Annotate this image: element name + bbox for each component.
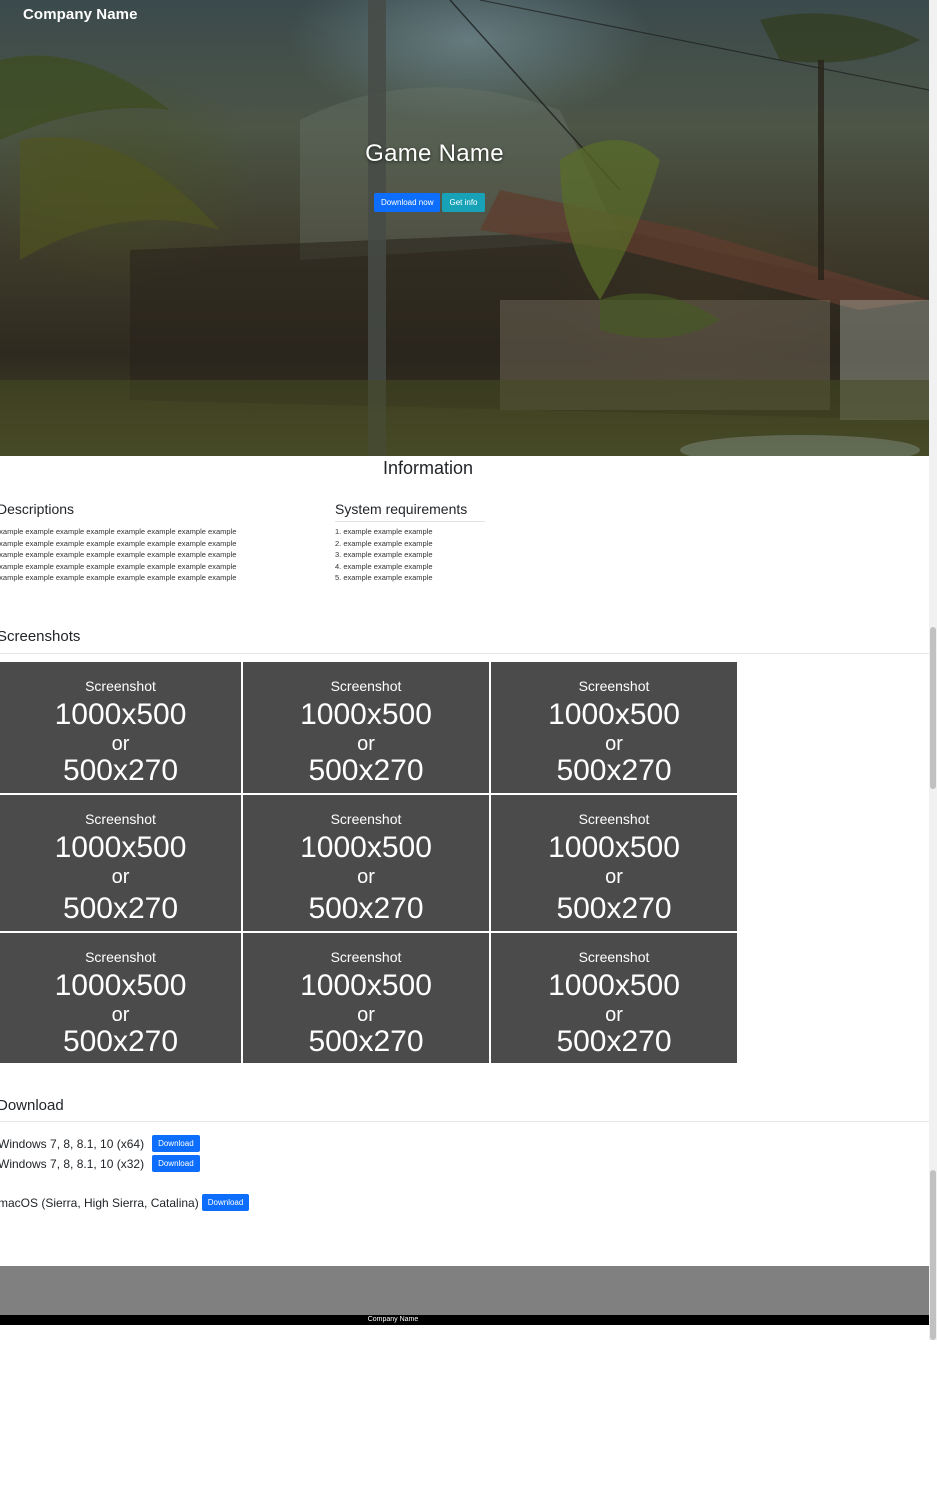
screenshot-tile[interactable]: Screenshot 1000x500 or 500x270 bbox=[0, 795, 241, 931]
requirement-item: 1. example example example bbox=[335, 527, 433, 536]
screenshot-or: or bbox=[605, 1004, 623, 1026]
screenshot-size: 1000x500 bbox=[548, 698, 680, 731]
screenshot-size-alt: 500x270 bbox=[308, 1025, 424, 1058]
screenshot-label: Screenshot bbox=[578, 949, 650, 965]
download-x64-button[interactable]: Download bbox=[152, 1135, 200, 1152]
screenshot-label: Screenshot bbox=[85, 811, 156, 827]
requirement-item: 3. example example example bbox=[335, 550, 433, 560]
hero-section: Company Name Game Name Download now Get … bbox=[0, 0, 929, 456]
screenshot-size: 1000x500 bbox=[300, 969, 432, 1002]
description-line: example example example example example … bbox=[0, 573, 237, 583]
divider bbox=[0, 653, 929, 654]
screenshots-heading: Screenshots bbox=[0, 628, 81, 645]
screenshot-label: Screenshot bbox=[578, 811, 650, 827]
screenshot-size: 1000x500 bbox=[300, 831, 432, 864]
screenshot-size-alt: 500x270 bbox=[556, 1025, 672, 1058]
screenshot-size-alt: 500x270 bbox=[308, 754, 424, 787]
screenshot-or: or bbox=[357, 733, 375, 755]
download-row: Windows 7, 8, 8.1, 10 (x64) Download bbox=[0, 1135, 200, 1152]
download-row: Windows 7, 8, 8.1, 10 (x32) Download bbox=[0, 1155, 200, 1172]
screenshot-size-alt: 500x270 bbox=[308, 892, 424, 925]
os-label: Windows 7, 8, 8.1, 10 (x32) bbox=[0, 1156, 145, 1171]
screenshot-tile[interactable]: Screenshot 1000x500 or 500x270 bbox=[243, 795, 489, 931]
screenshot-tile[interactable]: Screenshot 1000x500 or 500x270 bbox=[0, 933, 241, 1063]
system-requirements-heading: System requirements bbox=[335, 501, 485, 522]
os-label: macOS (Sierra, High Sierra, Catalina) bbox=[0, 1195, 199, 1210]
hero-background-image bbox=[0, 0, 929, 456]
screenshot-label: Screenshot bbox=[330, 811, 402, 827]
screenshot-label: Screenshot bbox=[578, 678, 650, 694]
screenshot-size-alt: 500x270 bbox=[62, 892, 179, 925]
download-heading: Download bbox=[0, 1097, 64, 1114]
download-x32-button[interactable]: Download bbox=[152, 1155, 200, 1172]
screenshot-size-alt: 500x270 bbox=[556, 892, 672, 925]
screenshot-size: 1000x500 bbox=[548, 831, 680, 864]
download-macos-button[interactable]: Download bbox=[201, 1194, 250, 1211]
screenshot-size: 1000x500 bbox=[548, 969, 680, 1002]
screenshot-tile[interactable]: Screenshot 1000x500 or 500x270 bbox=[491, 795, 737, 931]
screenshot-tile[interactable]: Screenshot 1000x500 or 500x270 bbox=[243, 662, 489, 793]
screenshot-size: 1000x500 bbox=[54, 831, 187, 864]
requirement-item: 4. example example example bbox=[335, 561, 433, 571]
screenshot-or: or bbox=[111, 866, 130, 888]
screenshot-size-alt: 500x270 bbox=[62, 1025, 179, 1058]
description-line: example example example example example … bbox=[0, 538, 237, 548]
download-row: macOS (Sierra, High Sierra, Catalina) Do… bbox=[0, 1194, 250, 1211]
system-requirements-list: 1. example example example 2. example ex… bbox=[335, 526, 433, 584]
requirement-item: 2. example example example bbox=[335, 538, 433, 548]
get-info-button[interactable]: Get info bbox=[442, 193, 485, 212]
brand-link[interactable]: Company Name bbox=[23, 6, 138, 23]
descriptions-text: example example example example example … bbox=[0, 526, 236, 584]
screenshot-label: Screenshot bbox=[85, 678, 156, 694]
hero-buttons: Download now Get info bbox=[374, 193, 485, 212]
descriptions-heading: Descriptions bbox=[0, 501, 75, 517]
screenshot-tile[interactable]: Screenshot 1000x500 or 500x270 bbox=[0, 662, 241, 793]
screenshot-size: 1000x500 bbox=[54, 969, 187, 1002]
footer-company-name: Company Name bbox=[367, 1316, 419, 1323]
requirement-item: 5. example example example bbox=[335, 573, 433, 583]
screenshot-tile[interactable]: Screenshot 1000x500 or 500x270 bbox=[491, 933, 737, 1063]
page-scrollbar[interactable] bbox=[929, 0, 937, 1340]
divider bbox=[0, 1121, 929, 1122]
footer-band bbox=[0, 1266, 929, 1315]
scrollbar-thumb-lower[interactable] bbox=[930, 1170, 936, 1340]
game-title: Game Name bbox=[365, 140, 504, 167]
screenshot-or: or bbox=[111, 733, 130, 755]
screenshot-or: or bbox=[357, 866, 375, 888]
download-now-button[interactable]: Download now bbox=[374, 193, 441, 212]
screenshot-size: 1000x500 bbox=[300, 698, 432, 731]
scrollbar-thumb[interactable] bbox=[930, 627, 936, 789]
screenshot-label: Screenshot bbox=[330, 678, 402, 694]
screenshot-tile[interactable]: Screenshot 1000x500 or 500x270 bbox=[243, 933, 489, 1063]
screenshot-size-alt: 500x270 bbox=[556, 754, 672, 787]
os-label: Windows 7, 8, 8.1, 10 (x64) bbox=[0, 1136, 145, 1151]
screenshot-or: or bbox=[605, 733, 623, 755]
screenshot-or: or bbox=[111, 1004, 130, 1026]
description-line: example example example example example … bbox=[0, 550, 237, 560]
screenshot-tile[interactable]: Screenshot 1000x500 or 500x270 bbox=[491, 662, 737, 793]
screenshot-size-alt: 500x270 bbox=[62, 754, 179, 787]
screenshot-or: or bbox=[605, 866, 623, 888]
description-line: example example example example example … bbox=[0, 561, 237, 571]
screenshot-size: 1000x500 bbox=[54, 698, 187, 731]
description-line: example example example example example … bbox=[0, 527, 237, 536]
screenshot-label: Screenshot bbox=[330, 949, 402, 965]
information-heading: Information bbox=[382, 458, 474, 478]
screenshot-label: Screenshot bbox=[85, 949, 156, 965]
screenshot-or: or bbox=[357, 1004, 375, 1026]
